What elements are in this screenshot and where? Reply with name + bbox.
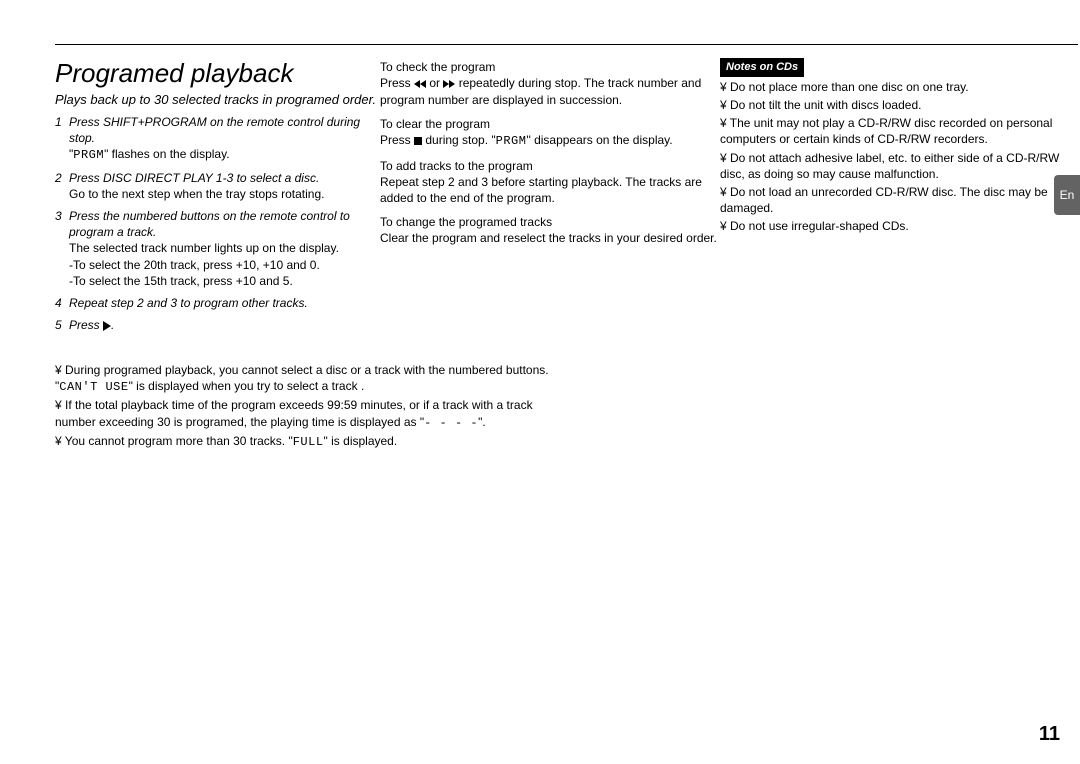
prgm-code: PRGM (73, 148, 104, 162)
step-2-head: Press DISC DIRECT PLAY 1-3 to select a d… (69, 170, 385, 186)
note-1b: " is displayed when you try to select a … (129, 379, 365, 393)
full-code: FULL (293, 435, 324, 449)
step-3-sub2: -To select the 20th track, press +10, +1… (69, 257, 385, 273)
clear-b: " disappears on the display. (526, 133, 672, 147)
play-icon (103, 321, 111, 331)
change-heading: To change the programed tracks (380, 214, 730, 230)
clear-mid: during stop. " (422, 133, 496, 147)
step-2-sub: Go to the next step when the tray stops … (69, 186, 385, 202)
check-program: To check the program Press or repeatedly… (380, 59, 730, 108)
step-number: 2 (55, 170, 69, 202)
clear-body: Press during stop. "PRGM" disappears on … (380, 132, 730, 149)
page-number: 11 (1039, 723, 1060, 746)
check-body: Press or repeatedly during stop. The tra… (380, 75, 730, 108)
section-title: Programed playback (55, 58, 293, 89)
step-3: 3 Press the numbered buttons on the remo… (55, 208, 385, 289)
add-heading: To add tracks to the program (380, 158, 730, 174)
cd-note-6: ¥ Do not use irregular-shaped CDs. (720, 218, 1080, 234)
step-number: 4 (55, 295, 69, 311)
clear-a: Press (380, 133, 414, 147)
cant-use-code: CAN'T USE (59, 380, 128, 394)
check-heading: To check the program (380, 59, 730, 75)
note-1: ¥ During programed playback, you cannot … (55, 362, 555, 395)
step-1-head: Press SHIFT+PROGRAM on the remote contro… (69, 114, 385, 146)
step-5-head: Press (69, 318, 103, 332)
step-1-sub: "PRGM" flashes on the display. (69, 146, 385, 163)
note-3b: " is displayed. (324, 434, 398, 448)
notes-on-cds-header: Notes on CDs (720, 58, 804, 77)
cd-note-3: ¥ The unit may not play a CD-R/RW disc r… (720, 115, 1080, 147)
step-5: 5 Press . (55, 317, 385, 333)
top-rule (55, 44, 1078, 45)
step-2: 2 Press DISC DIRECT PLAY 1-3 to select a… (55, 170, 385, 202)
steps-column: 1 Press SHIFT+PROGRAM on the remote cont… (55, 114, 385, 339)
step-4-head: Repeat step 2 and 3 to program other tra… (69, 295, 385, 311)
step-number: 3 (55, 208, 69, 289)
note-2b: ". (478, 415, 486, 429)
cd-note-4: ¥ Do not attach adhesive label, etc. to … (720, 150, 1080, 182)
stop-icon (414, 137, 422, 145)
language-tab: En (1054, 175, 1080, 215)
step-number: 1 (55, 114, 69, 164)
step-number: 5 (55, 317, 69, 333)
change-tracks: To change the programed tracks Clear the… (380, 214, 730, 246)
cd-note-5: ¥ Do not load an unrecorded CD-R/RW disc… (720, 184, 1080, 216)
clear-heading: To clear the program (380, 116, 730, 132)
step-3-sub3: -To select the 15th track, press +10 and… (69, 273, 385, 289)
check-a: Press (380, 76, 414, 90)
section-subtitle: Plays back up to 30 selected tracks in p… (55, 92, 376, 107)
rewind-icon (414, 76, 426, 92)
manual-page: Programed playback Plays back up to 30 s… (0, 0, 1080, 764)
note-3a: ¥ You cannot program more than 30 tracks… (55, 434, 293, 448)
add-body: Repeat step 2 and 3 before starting play… (380, 174, 730, 206)
step-4: 4 Repeat step 2 and 3 to program other t… (55, 295, 385, 311)
step-3-head: Press the numbered buttons on the remote… (69, 208, 385, 240)
change-body: Clear the program and reselect the track… (380, 230, 730, 246)
cd-note-1: ¥ Do not place more than one disc on one… (720, 79, 1080, 95)
step-5-tail: . (111, 318, 114, 332)
note-2: ¥ If the total playback time of the prog… (55, 397, 555, 430)
clear-program: To clear the program Press during stop. … (380, 116, 730, 149)
cd-notes-column: Notes on CDs ¥ Do not place more than on… (720, 58, 1080, 237)
playback-notes: ¥ During programed playback, you cannot … (55, 360, 555, 452)
dash-code: - - - - (424, 416, 478, 430)
step-3-sub1: The selected track number lights up on t… (69, 240, 385, 256)
fast-forward-icon (443, 76, 455, 92)
note-3: ¥ You cannot program more than 30 tracks… (55, 433, 555, 450)
prgm-code-2: PRGM (496, 134, 527, 148)
cd-note-2: ¥ Do not tilt the unit with discs loaded… (720, 97, 1080, 113)
middle-column: To check the program Press or repeatedly… (380, 59, 730, 255)
add-tracks: To add tracks to the program Repeat step… (380, 158, 730, 207)
step-1: 1 Press SHIFT+PROGRAM on the remote cont… (55, 114, 385, 164)
step-1-sub-text: " flashes on the display. (104, 147, 229, 161)
check-mid: or (426, 76, 443, 90)
